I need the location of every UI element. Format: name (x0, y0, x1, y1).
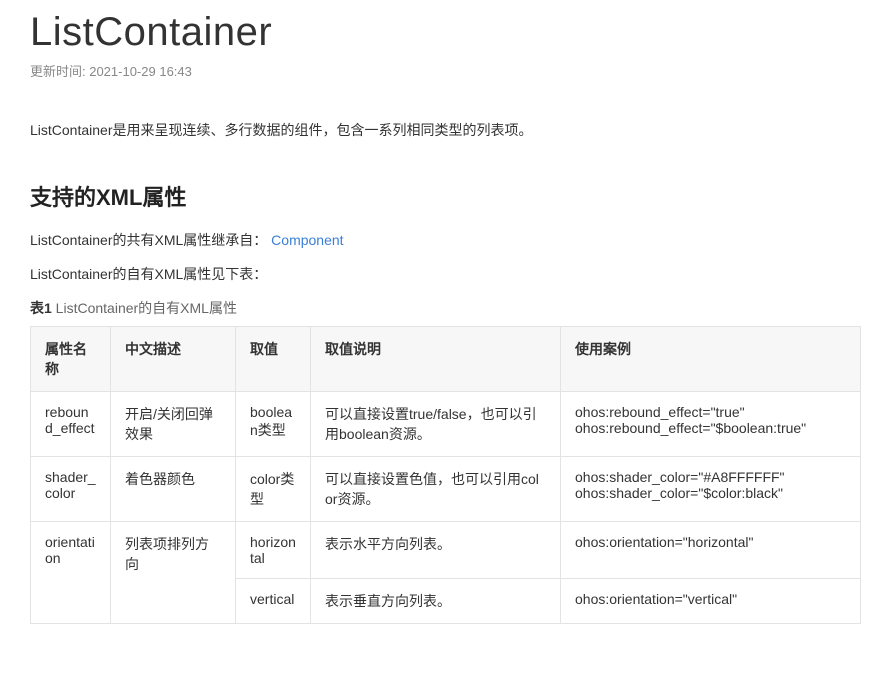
inherit-prefix: ListContainer的共有XML属性继承自： (30, 232, 267, 248)
table-caption-bold: 表1 (30, 300, 52, 316)
col-attr-name: 属性名称 (31, 327, 111, 392)
cell-value: vertical (236, 579, 311, 624)
own-attrs-text: ListContainer的自有XML属性见下表： (30, 264, 861, 284)
cell-note: 可以直接设置true/false，也可以引用boolean资源。 (311, 392, 561, 457)
cell-value: color类型 (236, 457, 311, 522)
col-desc: 中文描述 (111, 327, 236, 392)
component-link[interactable]: Component (271, 232, 343, 248)
cell-attr-name: rebound_effect (31, 392, 111, 457)
col-example: 使用案例 (561, 327, 861, 392)
cell-desc: 列表项排列方向 (111, 522, 236, 624)
cell-desc: 着色器颜色 (111, 457, 236, 522)
table-row: shader_color 着色器颜色 color类型 可以直接设置色值，也可以引… (31, 457, 861, 522)
table-caption: 表1 ListContainer的自有XML属性 (30, 298, 861, 318)
attributes-table: 属性名称 中文描述 取值 取值说明 使用案例 rebound_effect 开启… (30, 326, 861, 624)
update-time: 更新时间: 2021-10-29 16:43 (30, 61, 861, 80)
cell-attr-name: shader_color (31, 457, 111, 522)
cell-example: ohos:shader_color="#A8FFFFFF" ohos:shade… (561, 457, 861, 522)
inherit-paragraph: ListContainer的共有XML属性继承自： Component (30, 230, 861, 250)
cell-example: ohos:orientation="horizontal" (561, 522, 861, 579)
cell-example: ohos:rebound_effect="true" ohos:rebound_… (561, 392, 861, 457)
cell-note: 表示水平方向列表。 (311, 522, 561, 579)
page-title: ListContainer (30, 10, 861, 55)
section-heading-xml: 支持的XML属性 (30, 180, 861, 212)
cell-value: boolean类型 (236, 392, 311, 457)
cell-value: horizontal (236, 522, 311, 579)
cell-note: 表示垂直方向列表。 (311, 579, 561, 624)
table-header-row: 属性名称 中文描述 取值 取值说明 使用案例 (31, 327, 861, 392)
cell-desc: 开启/关闭回弹效果 (111, 392, 236, 457)
cell-example: ohos:orientation="vertical" (561, 579, 861, 624)
table-row: rebound_effect 开启/关闭回弹效果 boolean类型 可以直接设… (31, 392, 861, 457)
col-value: 取值 (236, 327, 311, 392)
table-row: orientation 列表项排列方向 horizontal 表示水平方向列表。… (31, 522, 861, 579)
intro-text: ListContainer是用来呈现连续、多行数据的组件，包含一系列相同类型的列… (30, 120, 861, 140)
table-caption-rest: ListContainer的自有XML属性 (52, 300, 237, 316)
col-note: 取值说明 (311, 327, 561, 392)
cell-note: 可以直接设置色值，也可以引用color资源。 (311, 457, 561, 522)
cell-attr-name: orientation (31, 522, 111, 624)
